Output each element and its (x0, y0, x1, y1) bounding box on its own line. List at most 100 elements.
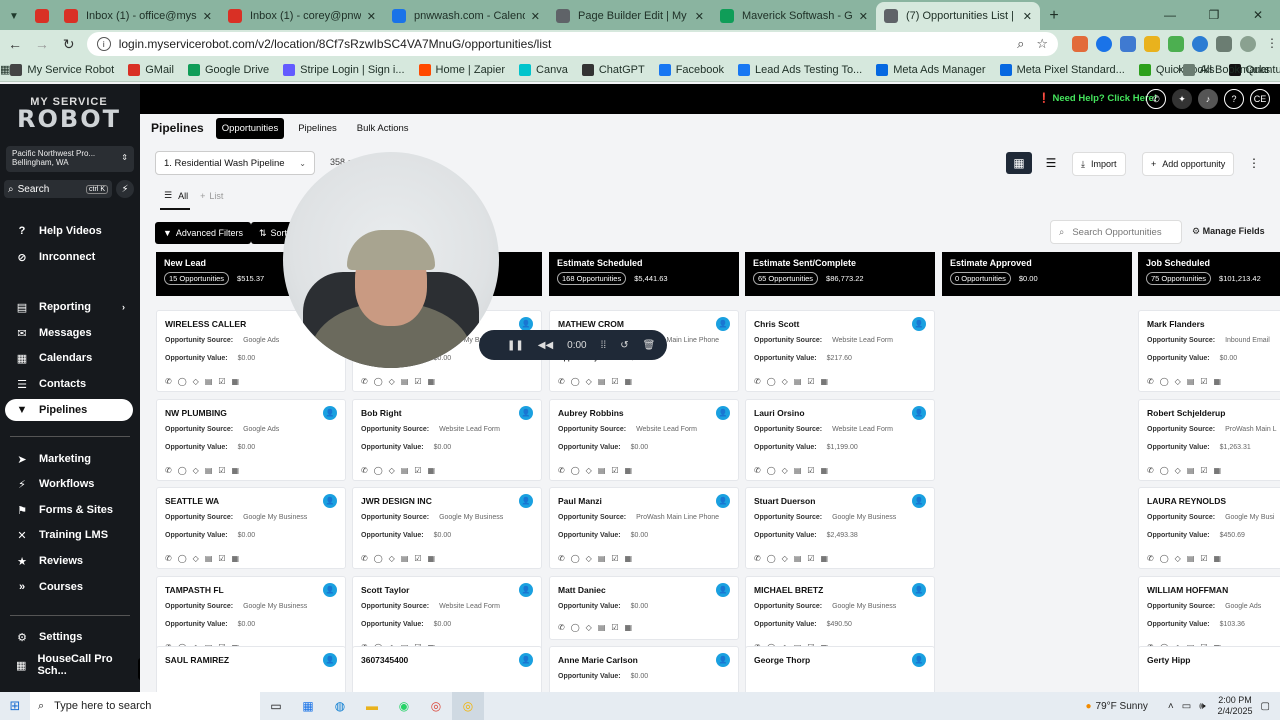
message-icon[interactable]: ◯ (374, 377, 383, 386)
contact-name[interactable]: NW PLUMBING (165, 408, 227, 418)
message-icon[interactable]: ◯ (767, 466, 776, 475)
notes-icon[interactable]: ▤ (205, 377, 213, 386)
tag-icon[interactable]: ◇ (586, 554, 592, 563)
task-icon[interactable]: ☑ (414, 377, 421, 386)
assign-user-icon[interactable]: 👤 (519, 494, 533, 508)
extensions-puzzle-icon[interactable] (1216, 36, 1232, 52)
tag-icon[interactable]: ◇ (389, 377, 395, 386)
taskbar-search[interactable]: ⌕ Type here to search (30, 692, 260, 720)
contact-name[interactable]: Scott Taylor (361, 585, 410, 595)
contact-name[interactable]: MATHEW CROM (558, 319, 624, 329)
close-tab-icon[interactable]: ✕ (367, 10, 376, 23)
phone-icon[interactable]: ✆ (361, 554, 368, 563)
opportunity-card[interactable]: Matt Daniec 👤 Opportunity Value: $0.00 ✆ ◯ ◇ ▤ ☑… (549, 576, 739, 640)
calendar-icon[interactable]: ▦ (1214, 554, 1222, 563)
bookmark-item[interactable]: My Service Robot (10, 63, 114, 76)
volume-icon[interactable]: 🕪 (1199, 701, 1205, 712)
notes-icon[interactable]: ▤ (598, 554, 606, 563)
more-options-icon[interactable]: ⋮ (1248, 156, 1260, 170)
assign-user-icon[interactable]: 👤 (912, 406, 926, 420)
opportunity-card[interactable]: Anne Marie Carlson 👤 Opportunity Value: $0.… (549, 646, 739, 692)
message-icon[interactable]: ◯ (178, 466, 187, 475)
tag-icon[interactable]: ◇ (782, 554, 788, 563)
sidebar-item-help-videos[interactable]: ? Help Videos (5, 220, 133, 242)
pipeline-column-header[interactable]: Job Scheduled 75 Opportunities $101,213.42 (1138, 252, 1280, 296)
contact-name[interactable]: Bob Right (361, 408, 402, 418)
trash-icon[interactable]: 🗑 (643, 340, 656, 351)
bookmark-item[interactable]: Meta Pixel Standard... (999, 63, 1125, 76)
whatsapp-icon[interactable]: ◉ (388, 692, 420, 720)
phone-icon[interactable]: ✆ (165, 554, 172, 563)
contact-name[interactable]: George Thorp (754, 655, 810, 665)
bookmark-item[interactable]: Lead Ads Testing To... (738, 63, 862, 76)
weather-text[interactable]: 79°F Sunny (1096, 701, 1148, 712)
forward-icon[interactable]: → (30, 36, 54, 52)
tag-icon[interactable]: ◇ (782, 466, 788, 475)
calendar-icon[interactable]: ▦ (1214, 466, 1222, 475)
bookmark-item[interactable]: Home | Zapier (418, 63, 505, 76)
back-icon[interactable]: ← (3, 36, 27, 52)
sidebar-item-inrconnect[interactable]: ⊘ Inrconnect (5, 246, 133, 268)
task-icon[interactable]: ☑ (218, 554, 225, 563)
task-icon[interactable]: ☑ (1200, 554, 1207, 563)
opportunity-card[interactable]: Gerty Hipp👤 (1138, 646, 1280, 692)
drag-handle-icon[interactable]: ⁞⁞ (601, 340, 607, 351)
sidebar-item-pipelines[interactable]: ▼ Pipelines (5, 399, 133, 421)
tab-bulk-actions[interactable]: Bulk Actions (351, 118, 415, 139)
contact-name[interactable]: Chris Scott (754, 319, 799, 329)
contact-name[interactable]: Paul Manzi (558, 496, 602, 506)
tag-icon[interactable]: ◇ (1175, 466, 1181, 475)
reload-icon[interactable]: ↻ (57, 36, 81, 53)
calendar-icon[interactable]: ▦ (428, 554, 436, 563)
more-bookmarks-icon[interactable]: » (1176, 64, 1182, 75)
task-icon[interactable]: ☑ (1200, 377, 1207, 386)
browser-tab[interactable]: pnwwash.com - Calendar - Febr ✕ (384, 2, 548, 30)
assign-user-icon[interactable]: 👤 (323, 653, 337, 667)
phone-icon[interactable]: ✆ (165, 466, 172, 475)
sidebar-item-reviews[interactable]: ★ Reviews (5, 550, 133, 572)
assign-user-icon[interactable]: 👤 (912, 494, 926, 508)
message-icon[interactable]: ◯ (1160, 377, 1169, 386)
calendar-icon[interactable]: ▦ (232, 466, 240, 475)
site-info-icon[interactable]: i (96, 37, 111, 51)
sidebar-item-reporting[interactable]: ▤ Reporting › (5, 296, 133, 318)
message-icon[interactable]: ◯ (178, 377, 187, 386)
message-icon[interactable]: ◯ (1160, 466, 1169, 475)
calculator-icon[interactable]: ▦ (292, 692, 324, 720)
assign-user-icon[interactable]: 👤 (519, 317, 533, 331)
notes-icon[interactable]: ▤ (401, 554, 409, 563)
megaphone-icon[interactable]: ✦ (1172, 89, 1192, 109)
bookmark-item[interactable]: Stripe Login | Sign i... (283, 63, 405, 76)
list-view-icon[interactable]: ☰ (1038, 152, 1064, 174)
message-icon[interactable]: ◯ (571, 466, 580, 475)
contact-name[interactable]: SAUL RAMIREZ (165, 655, 229, 665)
sidebar-item-housecall-pro-sch[interactable]: ▦ HouseCall Pro Sch... (5, 653, 133, 677)
apps-grid-icon[interactable]: ▦ (0, 63, 10, 76)
tag-icon[interactable]: ◇ (1175, 377, 1181, 386)
phone-icon[interactable]: ✆ (1147, 554, 1154, 563)
extension-icon[interactable] (1120, 36, 1136, 52)
notes-icon[interactable]: ▤ (794, 377, 802, 386)
opportunity-card[interactable]: Mark Flanders👤Opportunity Source:Inbound… (1138, 310, 1280, 392)
add-opportunity-button[interactable]: + Add opportunity (1142, 152, 1235, 176)
assign-user-icon[interactable]: 👤 (716, 583, 730, 597)
all-bookmarks[interactable]: All Bookmarks (1182, 63, 1270, 76)
extension-icon[interactable] (1168, 36, 1184, 52)
contact-name[interactable]: Gerty Hipp (1147, 655, 1190, 665)
view-tab-all[interactable]: ☰ All (164, 190, 188, 201)
phone-icon[interactable]: ✆ (754, 466, 761, 475)
bookmark-item[interactable]: Google Drive (187, 63, 269, 76)
sidebar-item-messages[interactable]: ✉ Messages (5, 322, 133, 344)
contact-name[interactable]: Stuart Duerson (754, 496, 815, 506)
clock[interactable]: 2:00 PM 2/4/2025 (1218, 695, 1253, 717)
assign-user-icon[interactable]: 👤 (323, 583, 337, 597)
bookmark-item[interactable]: ChatGPT (581, 63, 645, 76)
edge-icon[interactable]: ◍ (324, 692, 356, 720)
task-icon[interactable]: ☑ (807, 466, 814, 475)
close-tab-icon[interactable]: ✕ (859, 10, 868, 23)
webcam-overlay[interactable] (283, 152, 499, 368)
network-icon[interactable]: ▭ (1182, 701, 1191, 712)
phone-icon[interactable]: ✆ (558, 623, 565, 632)
tab-pipelines[interactable]: Pipelines (292, 118, 343, 139)
tag-icon[interactable]: ◇ (782, 377, 788, 386)
